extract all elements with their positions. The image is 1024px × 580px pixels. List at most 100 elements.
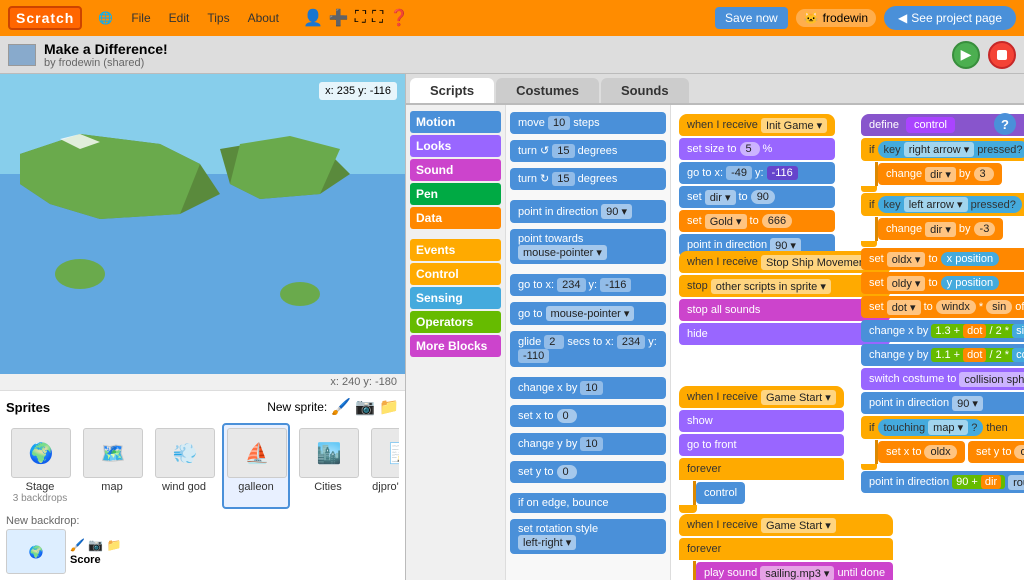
sprite-item-galleon[interactable]: ⛵ galleon bbox=[222, 423, 290, 509]
block-goto-front[interactable]: go to front bbox=[679, 434, 844, 456]
sprite-thumb-djpro: 📝 bbox=[371, 428, 399, 478]
block-change-dir-left[interactable]: change dir by -3 bbox=[878, 218, 1003, 240]
user-info[interactable]: 🐱 frodewin bbox=[796, 9, 876, 27]
block-goto-xy[interactable]: go to x: 234 y: -116 bbox=[510, 274, 666, 296]
green-flag-button[interactable]: ▶ bbox=[952, 41, 980, 69]
block-when-stop[interactable]: when I receive Stop Ship Movement bbox=[679, 251, 890, 273]
block-change-dir-right[interactable]: change dir by 3 bbox=[878, 163, 1002, 185]
block-if-touching[interactable]: if touching map ? then bbox=[861, 416, 1024, 439]
bottom-coords: x: 240 y: -180 bbox=[330, 376, 397, 388]
script-group-gamestart2: when I receive Game Start forever play s… bbox=[679, 513, 893, 580]
cat-pen[interactable]: Pen bbox=[410, 183, 501, 205]
stage-canvas[interactable]: ⛵ x: 235 y: -116 bbox=[0, 74, 405, 374]
stage-coords-bar: x: 240 y: -180 bbox=[0, 374, 405, 391]
new-sprite-draw-icon[interactable]: 🖌️ bbox=[331, 397, 351, 417]
block-change-y[interactable]: change y by 10 bbox=[510, 433, 666, 455]
block-turn-right[interactable]: turn ↻ 15 degrees bbox=[510, 168, 666, 190]
sprite-item-djpro[interactable]: 📝 djpro's Te... bbox=[366, 423, 399, 509]
block-when-init[interactable]: when I receive Init Game bbox=[679, 114, 835, 136]
new-sprite-label: New sprite: bbox=[267, 400, 327, 414]
menu-tips[interactable]: Tips bbox=[199, 7, 237, 29]
block-point-towards[interactable]: point towards mouse-pointer bbox=[510, 229, 666, 264]
block-set-x-oldx[interactable]: set x to oldx bbox=[878, 441, 965, 463]
menu-about[interactable]: About bbox=[240, 7, 287, 29]
tab-sounds[interactable]: Sounds bbox=[601, 78, 689, 103]
block-set-oldy[interactable]: set oldy to y position bbox=[861, 272, 1024, 294]
sprite-name-djpro: djpro's Te... bbox=[371, 481, 399, 493]
block-set-dir[interactable]: set dir to 90 bbox=[679, 186, 835, 208]
cat-sensing[interactable]: Sensing bbox=[410, 287, 501, 309]
block-control-call[interactable]: control bbox=[696, 482, 745, 504]
cat-motion[interactable]: Motion bbox=[410, 111, 501, 133]
cat-sound[interactable]: Sound bbox=[410, 159, 501, 181]
block-show[interactable]: show bbox=[679, 410, 844, 432]
new-sprite-camera-icon[interactable]: 📷 bbox=[355, 397, 375, 417]
block-change-x[interactable]: change x by 10 bbox=[510, 377, 666, 399]
block-when-gamestart1[interactable]: when I receive Game Start bbox=[679, 386, 844, 408]
block-when-gamestart2[interactable]: when I receive Game Start bbox=[679, 514, 893, 536]
tab-costumes[interactable]: Costumes bbox=[496, 78, 599, 103]
block-goto[interactable]: go to mouse-pointer bbox=[510, 302, 666, 325]
block-stop-scripts[interactable]: stop other scripts in sprite bbox=[679, 275, 890, 297]
sprite-item-stage[interactable]: 🌍 Stage 3 backdrops bbox=[6, 423, 74, 509]
block-stop-sounds[interactable]: stop all sounds bbox=[679, 299, 890, 321]
block-move[interactable]: move 10 steps bbox=[510, 112, 666, 134]
cat-operators[interactable]: Operators bbox=[410, 311, 501, 333]
sprites-label: Sprites bbox=[6, 400, 50, 415]
cat-data[interactable]: Data bbox=[410, 207, 501, 229]
block-set-gold[interactable]: set Gold to 666 bbox=[679, 210, 835, 232]
script-stack-define: define control if key right arrow presse… bbox=[861, 113, 1024, 494]
sprite-name-map: map bbox=[83, 481, 141, 493]
block-hide[interactable]: hide bbox=[679, 323, 890, 345]
cat-looks[interactable]: Looks bbox=[410, 135, 501, 157]
new-sprite-upload-icon[interactable]: 📁 bbox=[379, 397, 399, 417]
block-if-right[interactable]: if key right arrow pressed? then bbox=[861, 138, 1024, 161]
block-set-x[interactable]: set x to 0 bbox=[510, 405, 666, 427]
sprite-item-map[interactable]: 🗺️ map bbox=[78, 423, 146, 509]
cat-events[interactable]: Events bbox=[410, 239, 501, 261]
block-change-x-dot[interactable]: change x by 1.3 + dot / 2 * sin ... bbox=[861, 320, 1024, 342]
block-set-y[interactable]: set y to 0 bbox=[510, 461, 666, 483]
block-switch-costume[interactable]: switch costume to collision sphere bbox=[861, 368, 1024, 390]
sprite-item-cities[interactable]: 🏙️ Cities bbox=[294, 423, 362, 509]
block-set-dot[interactable]: set dot to windx * sin of dir + bbox=[861, 296, 1024, 318]
block-bounce[interactable]: if on edge, bounce bbox=[510, 493, 666, 513]
block-goto-init[interactable]: go to x: -49 y: -116 bbox=[679, 162, 835, 184]
block-point-final[interactable]: point in direction 90 + dir round dir bbox=[861, 471, 1024, 493]
sprite-thumb-map: 🗺️ bbox=[83, 428, 143, 478]
cat-more[interactable]: More Blocks bbox=[410, 335, 501, 357]
menu-file-label[interactable]: File bbox=[123, 7, 158, 29]
block-turn-left[interactable]: turn ↺ 15 degrees bbox=[510, 140, 666, 162]
block-play-sound[interactable]: play sound sailing.mp3 until done bbox=[696, 562, 893, 580]
see-project-button[interactable]: ◀ See project page bbox=[884, 6, 1016, 30]
sprite-thumb-galleon: ⛵ bbox=[227, 428, 287, 478]
block-point-dir-90[interactable]: point in direction 90 bbox=[861, 392, 1024, 414]
block-rotation[interactable]: set rotation style left-right bbox=[510, 519, 666, 554]
save-now-button[interactable]: Save now bbox=[715, 7, 788, 29]
block-if-left[interactable]: if key left arrow pressed? then bbox=[861, 193, 1024, 216]
help-button[interactable]: ? bbox=[994, 113, 1016, 135]
block-set-y-oldy[interactable]: set y to oldy bbox=[968, 441, 1024, 463]
backdrop-thumb[interactable]: 🌍 bbox=[6, 529, 66, 574]
script-group-stop: when I receive Stop Ship Movement stop o… bbox=[679, 250, 890, 346]
sprite-list: 🌍 Stage 3 backdrops 🗺️ map 💨 wind god ⛵ bbox=[6, 423, 399, 509]
block-forever1[interactable]: forever bbox=[679, 458, 844, 480]
scratch-logo[interactable]: Scratch bbox=[8, 6, 82, 30]
block-change-y-dot[interactable]: change y by 1.1 + dot / 2 * cos ... bbox=[861, 344, 1024, 366]
menu-file[interactable]: 🌐 bbox=[90, 7, 121, 29]
scripting-area[interactable]: when I receive Init Game set size to 5 %… bbox=[671, 105, 1024, 580]
block-forever2[interactable]: forever bbox=[679, 538, 893, 560]
cat-control[interactable]: Control bbox=[410, 263, 501, 285]
block-set-oldx[interactable]: set oldx to x position bbox=[861, 248, 1024, 270]
sprite-thumb-cities: 🏙️ bbox=[299, 428, 359, 478]
stop-button[interactable] bbox=[988, 41, 1016, 69]
block-glide[interactable]: glide 2 secs to x: 234 y: -110 bbox=[510, 331, 666, 367]
script-stack-gamestart1: when I receive Game Start show go to fro… bbox=[679, 385, 844, 513]
backdrop-name: Score bbox=[70, 554, 122, 566]
script-group-define: define control if key right arrow presse… bbox=[861, 113, 1024, 494]
block-set-size[interactable]: set size to 5 % bbox=[679, 138, 835, 160]
block-point-dir[interactable]: point in direction 90 bbox=[510, 200, 666, 223]
tab-scripts[interactable]: Scripts bbox=[410, 78, 494, 103]
menu-edit[interactable]: Edit bbox=[161, 7, 198, 29]
sprite-item-windgod[interactable]: 💨 wind god bbox=[150, 423, 218, 509]
